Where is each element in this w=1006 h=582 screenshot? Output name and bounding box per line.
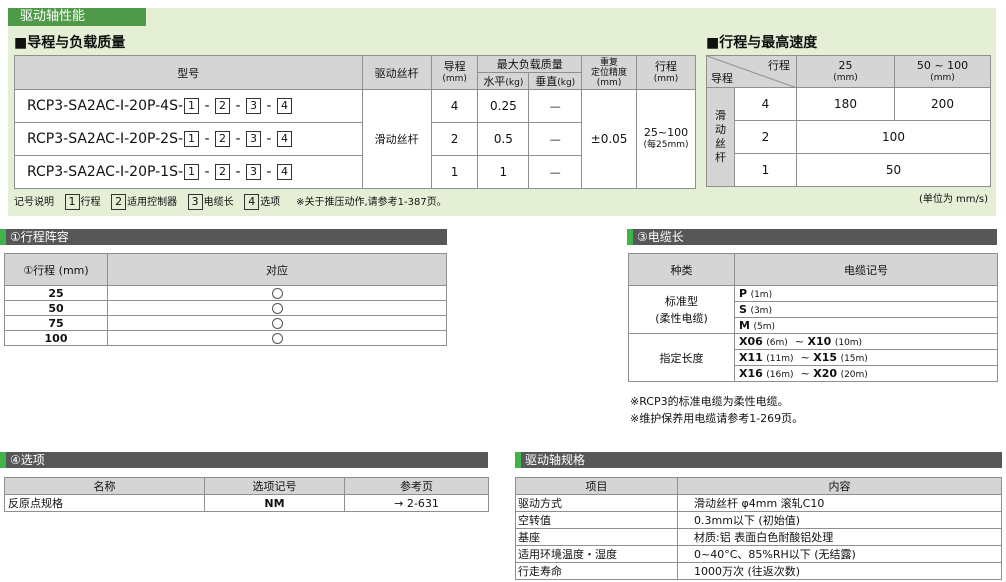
cable-code-range: X11 (11m) ~ X15 (15m) [734,349,998,366]
speed-title: ■行程与最高速度 [706,35,818,51]
support-circle-icon [107,300,447,316]
spec-content: 0~40°C、85%RH以下 (无结露) [677,545,1002,563]
drive-cell: 滑动丝杆 [361,89,432,189]
vertical-cell: — [528,155,583,189]
header-model: 型号 [14,55,363,90]
lead-cell: 2 [430,122,479,156]
spec-item: 空转值 [515,511,678,529]
spec-item: 适用环境温度・湿度 [515,545,678,563]
stroke-title-bar: ①行程阵容 [0,229,447,245]
spec-header-item: 项目 [515,477,678,495]
speed-value: 100 [796,120,991,154]
cable-specified-label: 指定长度 [628,333,735,382]
cable-title-bar: ③电缆长 [627,229,997,245]
model-cell-1s: RCP3-SA2AC-I-20P-1S- 1 - 2 - 3 - 4 [14,155,363,189]
option-title: ④选项 [10,453,45,467]
option-page-link[interactable]: → 2-631 [344,494,489,512]
stroke-value: 50 [4,300,108,316]
stroke-value: 100 [4,330,108,346]
option-title-bar: ④选项 [0,452,488,468]
spec-content: 0.3mm以下 (初始值) [677,511,1002,529]
cable-code: P (1m) [734,285,998,302]
header-stroke: 行程 (mm) [636,55,696,90]
option-header-page: 参考页 [344,477,489,495]
legend-line: 记号说明 1 行程 2 适用控制器 3 电缆长 4 选项 ※关于推压动作,请参考1-38… [14,194,447,210]
lead-cell: 1 [430,155,479,189]
lead-load-table: 型号 驱动丝杆 导程 (mm) 最大负载质量 重复 定位精度 (mm) 行程 (… [14,55,696,189]
speed-col-50-100: 50 ~ 100 (mm) [894,55,991,88]
stroke-header-support: 对应 [107,253,447,286]
speed-lead: 1 [734,153,797,187]
horizontal-cell: 0.5 [477,122,530,156]
spec-item: 基座 [515,528,678,546]
spec-item: 驱动方式 [515,494,678,512]
cable-header-type: 种类 [628,253,735,286]
spec-title: 驱动轴规格 [525,453,586,467]
speed-value: 50 [796,153,991,187]
speed-corner-cell: 行程 导程 [706,55,797,88]
lead-load-title: ■导程与负载质量 [14,35,126,51]
cable-code-range: X16 (16m) ~ X20 (20m) [734,365,998,382]
header-lead: 导程 (mm) [430,55,479,90]
speed-side-label: 滑 动 丝 杆 [706,87,735,187]
spec-content: 1000万次 (往返次数) [677,562,1002,580]
option-header-name: 名称 [4,477,205,495]
cable-note-1: ※RCP3的标准电缆为柔性电缆。 [630,395,789,408]
header-horizontal: 水平(kg) [477,72,530,90]
header-vertical: 垂直(kg) [528,72,583,90]
header-max-load: 最大负载质量 [477,55,583,73]
stroke-table: ①行程 (mm) 对应 25 50 75 100 [4,253,447,346]
speed-value: 200 [894,87,991,121]
performance-title: 驱动轴性能 [20,9,86,24]
support-circle-icon [107,330,447,346]
model-cell-2s: RCP3-SA2AC-I-20P-2S- 1 - 2 - 3 - 4 [14,122,363,156]
cable-note-2: ※维护保养用电缆请参考1-269页。 [630,412,804,425]
support-circle-icon [107,315,447,331]
cable-code-range: X06 (6m) ~ X10 (10m) [734,333,998,350]
performance-title-bar: 驱动轴性能 [8,8,146,26]
spec-content: 滑动丝杆 φ4mm 滚轧C10 [677,494,1002,512]
cable-title: ③电缆长 [637,230,684,244]
spec-content: 材质:铝 表面白色耐酸铝处理 [677,528,1002,546]
speed-lead: 4 [734,87,797,121]
repeat-cell: ±0.05 [581,89,637,189]
speed-lead: 2 [734,120,797,154]
speed-col-25: 25 (mm) [796,55,895,88]
lead-cell: 4 [430,89,479,123]
stroke-value: 25 [4,285,108,301]
option-name: 反原点规格 [4,494,205,512]
cable-header-code: 电缆记号 [734,253,998,286]
cable-table: 种类 电缆记号 标准型 (柔性电缆) P (1m) S (3m) M (5m) 指… [628,253,998,382]
support-circle-icon [107,285,447,301]
spec-table: 项目 内容 驱动方式 滑动丝杆 φ4mm 滚轧C10 空转值 0.3mm以下 (初始… [515,477,1002,580]
stroke-header-stroke: ①行程 (mm) [4,253,108,286]
spec-item: 行走寿命 [515,562,678,580]
vertical-cell: — [528,89,583,123]
stroke-title: ①行程阵容 [10,230,69,244]
model-cell-4s: RCP3-SA2AC-I-20P-4S- 1 - 2 - 3 - 4 [14,89,363,123]
header-drive: 驱动丝杆 [361,55,432,90]
speed-value: 180 [796,87,895,121]
speed-unit-note: (单位为 mm/s) [918,194,988,205]
stroke-cell: 25~100 (每25mm) [636,89,696,189]
option-table: 名称 选项记号 参考页 反原点规格 NM → 2-631 [4,477,489,512]
cable-code: M (5m) [734,317,998,334]
spec-title-bar: 驱动轴规格 [515,452,1002,468]
speed-table: 行程 导程 25 (mm) 50 ~ 100 (mm) 滑 动 丝 杆 4 180 … [706,55,991,187]
horizontal-cell: 0.25 [477,89,530,123]
option-header-code: 选项记号 [204,477,345,495]
option-code: NM [204,494,345,512]
spec-header-content: 内容 [677,477,1002,495]
header-repeat: 重复 定位精度 (mm) [581,55,637,90]
stroke-value: 75 [4,315,108,331]
cable-standard-label: 标准型 (柔性电缆) [628,285,735,334]
cable-code: S (3m) [734,301,998,318]
horizontal-cell: 1 [477,155,530,189]
vertical-cell: — [528,122,583,156]
